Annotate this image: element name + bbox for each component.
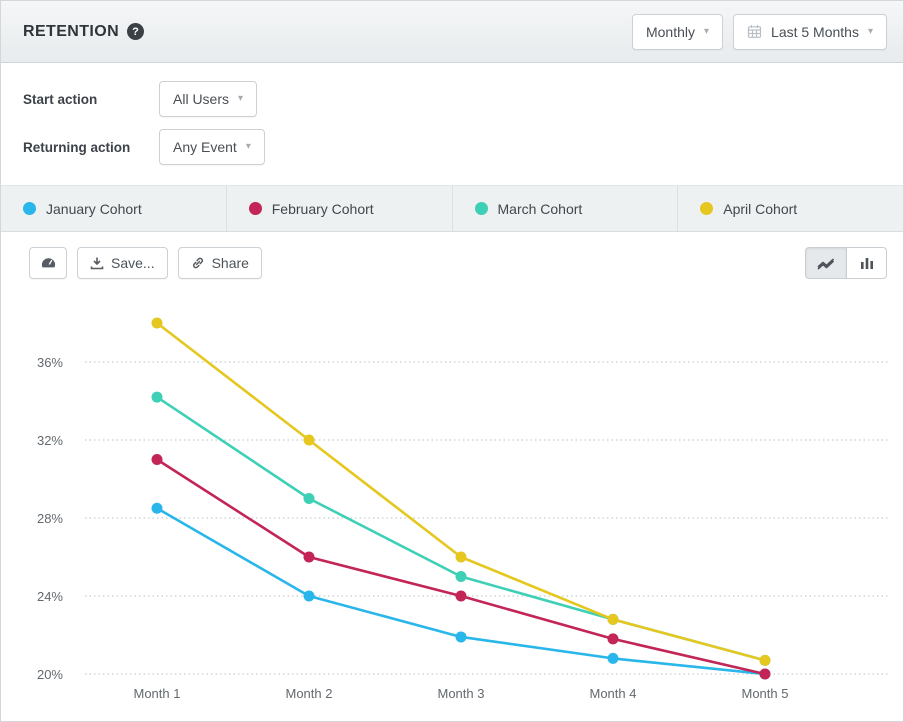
legend-item-label: March Cohort <box>498 201 583 217</box>
page-title: RETENTION <box>23 23 119 41</box>
returning-action-value: Any Event <box>173 139 237 155</box>
retention-line-chart: 20% 24% 28% 32% 36% Month 1 Month 2 Month 3 Mont… <box>1 294 903 722</box>
returning-action-row: Returning action Any Event ▾ <box>23 123 903 171</box>
chart-type-toggle <box>805 247 887 279</box>
legend-item-label: January Cohort <box>46 201 142 217</box>
y-tick-label: 24% <box>37 589 63 604</box>
data-point-january-cohort-month-4[interactable] <box>608 653 619 664</box>
date-range-dropdown[interactable]: Last 5 Months ▾ <box>733 14 887 50</box>
data-point-april-cohort-month-5[interactable] <box>760 655 771 666</box>
download-icon <box>90 256 104 270</box>
data-point-april-cohort-month-3[interactable] <box>456 552 467 563</box>
data-point-january-cohort-month-3[interactable] <box>456 631 467 642</box>
data-point-january-cohort-month-1[interactable] <box>152 503 163 514</box>
start-action-row: Start action All Users ▾ <box>23 75 903 123</box>
legend-item-label: April Cohort <box>723 201 797 217</box>
x-tick-label: Month 4 <box>590 686 637 701</box>
calendar-icon <box>747 24 762 39</box>
header-controls: Monthly ▾ Last 5 Months ▾ <box>632 14 887 50</box>
share-button-label: Share <box>212 255 249 271</box>
start-action-dropdown[interactable]: All Users ▾ <box>159 81 257 117</box>
series-color-dot <box>249 202 262 215</box>
series-line-march-cohort <box>157 397 765 660</box>
x-tick-label: Month 3 <box>438 686 485 701</box>
data-point-april-cohort-month-2[interactable] <box>304 435 315 446</box>
gauge-icon <box>40 256 57 270</box>
data-point-february-cohort-month-4[interactable] <box>608 633 619 644</box>
x-tick-label: Month 5 <box>742 686 789 701</box>
y-tick-label: 32% <box>37 433 63 448</box>
period-dropdown-value: Monthly <box>646 24 695 40</box>
data-point-february-cohort-month-2[interactable] <box>304 552 315 563</box>
returning-action-dropdown[interactable]: Any Event ▾ <box>159 129 265 165</box>
share-button[interactable]: Share <box>178 247 262 279</box>
chart-canvas: 20% 24% 28% 32% 36% Month 1 Month 2 Month 3 Mont… <box>1 294 904 722</box>
data-point-february-cohort-month-5[interactable] <box>760 669 771 680</box>
bar-chart-icon <box>859 256 875 270</box>
legend-item-january-cohort[interactable]: January Cohort <box>1 186 227 231</box>
cohort-legend: January Cohort February Cohort March Coh… <box>1 186 903 232</box>
data-point-april-cohort-month-1[interactable] <box>152 318 163 329</box>
series-color-dot <box>23 202 36 215</box>
start-action-label: Start action <box>23 92 159 107</box>
line-chart-toggle-button[interactable] <box>805 247 846 279</box>
legend-item-label: February Cohort <box>272 201 374 217</box>
x-tick-label: Month 1 <box>134 686 181 701</box>
x-tick-label: Month 2 <box>286 686 333 701</box>
period-dropdown[interactable]: Monthly ▾ <box>632 14 723 50</box>
y-tick-label: 28% <box>37 511 63 526</box>
y-tick-label: 36% <box>37 355 63 370</box>
chevron-down-icon: ▾ <box>238 94 243 104</box>
report-header: RETENTION ? Monthly ▾ Last 5 Months ▾ <box>1 1 903 63</box>
chart-toolbar: Save... Share <box>1 232 903 294</box>
filters-section: Start action All Users ▾ Returning actio… <box>1 63 903 186</box>
legend-item-march-cohort[interactable]: March Cohort <box>453 186 679 231</box>
chevron-down-icon: ▾ <box>868 27 873 37</box>
y-tick-label: 20% <box>37 667 63 682</box>
series-color-dot <box>700 202 713 215</box>
start-action-value: All Users <box>173 91 229 107</box>
data-point-march-cohort-month-3[interactable] <box>456 571 467 582</box>
series-line-april-cohort <box>157 323 765 660</box>
date-range-value: Last 5 Months <box>771 24 859 40</box>
chevron-down-icon: ▾ <box>704 27 709 37</box>
data-point-february-cohort-month-3[interactable] <box>456 591 467 602</box>
retention-report-panel: RETENTION ? Monthly ▾ Last 5 Months ▾ St… <box>0 0 904 722</box>
data-point-march-cohort-month-2[interactable] <box>304 493 315 504</box>
legend-item-april-cohort[interactable]: April Cohort <box>678 186 903 231</box>
chevron-down-icon: ▾ <box>246 142 251 152</box>
data-point-april-cohort-month-4[interactable] <box>608 614 619 625</box>
bar-chart-toggle-button[interactable] <box>846 247 887 279</box>
line-chart-icon <box>817 256 835 270</box>
data-point-january-cohort-month-2[interactable] <box>304 591 315 602</box>
data-point-march-cohort-month-1[interactable] <box>152 392 163 403</box>
returning-action-label: Returning action <box>23 140 159 155</box>
save-button[interactable]: Save... <box>77 247 168 279</box>
legend-item-february-cohort[interactable]: February Cohort <box>227 186 453 231</box>
add-to-dashboard-button[interactable] <box>29 247 67 279</box>
link-icon <box>191 256 205 270</box>
help-icon[interactable]: ? <box>127 23 144 40</box>
save-button-label: Save... <box>111 255 155 271</box>
data-point-february-cohort-month-1[interactable] <box>152 454 163 465</box>
series-color-dot <box>475 202 488 215</box>
